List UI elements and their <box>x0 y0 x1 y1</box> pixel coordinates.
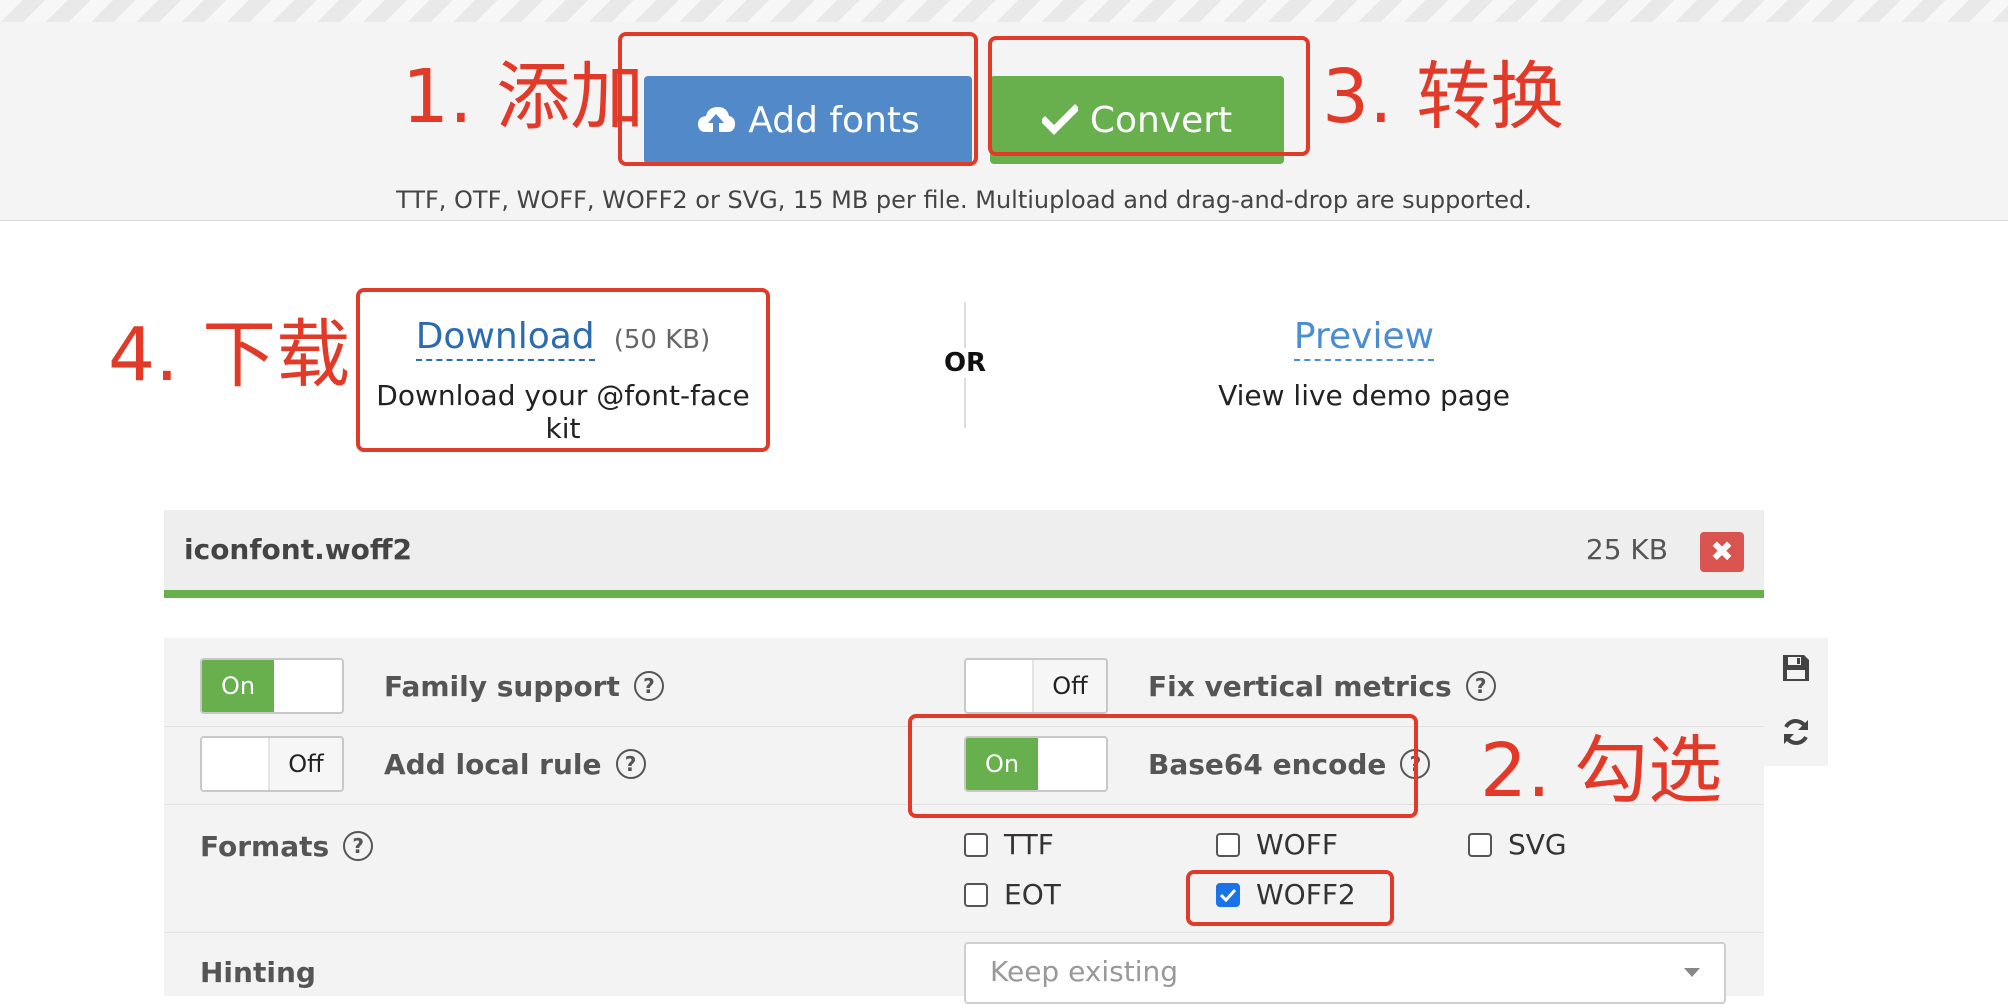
or-label: OR <box>924 348 1006 378</box>
file-name: iconfont.woff2 <box>184 533 413 566</box>
toggle-off-state: Off <box>1032 660 1106 712</box>
fix-vertical-metrics-label: Fix vertical metrics <box>1148 669 1452 703</box>
hinting-selected-value: Keep existing <box>990 955 1179 988</box>
help-icon[interactable]: ? <box>633 671 664 701</box>
format-checkbox-svg[interactable]: SVG <box>1468 828 1567 861</box>
annotation-box-convert <box>988 36 1310 156</box>
download-size: (50 KB) <box>613 325 711 355</box>
add-local-rule-label: Add local rule <box>384 747 602 781</box>
format-checkbox-ttf[interactable]: TTF <box>964 828 1054 861</box>
help-icon[interactable]: ? <box>1465 671 1496 701</box>
annotation-step4: 4. 下载 <box>108 312 351 398</box>
side-tools <box>1764 638 1828 766</box>
fix-vertical-metrics-option: Fix vertical metrics ? <box>1148 666 1496 706</box>
annotation-box-woff2 <box>1186 870 1394 926</box>
hinting-label: Hinting <box>200 955 316 989</box>
remove-file-button[interactable]: ✖ <box>1700 532 1744 572</box>
file-size: 25 KB <box>1585 533 1668 566</box>
family-support-toggle[interactable]: On <box>200 658 344 714</box>
format-label: TTF <box>1004 828 1054 861</box>
download-link[interactable]: Download <box>415 316 595 361</box>
preview-block: Preview View live demo page <box>1164 316 1564 412</box>
download-description: Download your @font-face kit <box>376 379 750 445</box>
preview-description: View live demo page <box>1218 379 1510 412</box>
refresh-icon[interactable] <box>1776 712 1816 752</box>
checkbox-unchecked[interactable] <box>964 832 988 857</box>
add-local-rule-option: Add local rule ? <box>384 744 646 784</box>
annotation-box-add <box>618 32 978 166</box>
row-separator <box>164 932 1764 933</box>
annotation-step3: 3. 转换 <box>1322 54 1565 140</box>
hinting-select[interactable]: Keep existing <box>964 942 1726 1004</box>
help-icon[interactable]: ? <box>615 749 646 779</box>
help-icon[interactable]: ? <box>343 831 374 861</box>
format-checkbox-woff[interactable]: WOFF <box>1216 828 1338 861</box>
supported-formats-note: TTF, OTF, WOFF, WOFF2 or SVG, 15 MB per … <box>396 186 1532 214</box>
formats-option: Formats ? <box>200 826 374 866</box>
chevron-down-icon <box>1684 968 1700 977</box>
checkbox-unchecked[interactable] <box>1468 832 1492 857</box>
file-row: iconfont.woff2 25 KB ✖ <box>164 510 1764 598</box>
format-label: WOFF <box>1256 828 1338 861</box>
family-support-label: Family support <box>384 669 620 703</box>
formats-label: Formats <box>200 829 330 863</box>
checkbox-unchecked[interactable] <box>964 882 988 907</box>
annotation-step1: 1. 添加 <box>402 54 645 140</box>
decorative-top-strip <box>0 0 2008 22</box>
format-checkbox-eot[interactable]: EOT <box>964 878 1061 911</box>
checkbox-unchecked[interactable] <box>1216 832 1240 857</box>
floppy-disk-icon[interactable] <box>1776 648 1816 688</box>
fix-vertical-metrics-toggle[interactable]: Off <box>964 658 1108 714</box>
hinting-option: Hinting <box>200 952 316 992</box>
format-label: SVG <box>1508 828 1567 861</box>
toggle-off-state: Off <box>268 738 342 790</box>
annotation-box-base64 <box>908 714 1418 818</box>
preview-link[interactable]: Preview <box>1293 316 1435 361</box>
format-label: EOT <box>1004 878 1061 911</box>
toggle-on-state: On <box>202 660 274 712</box>
family-support-option: Family support ? <box>384 666 664 706</box>
add-local-rule-toggle[interactable]: Off <box>200 736 344 792</box>
download-block: Download (50 KB) Download your @font-fac… <box>362 316 764 445</box>
annotation-step2: 2. 勾选 <box>1480 728 1723 814</box>
